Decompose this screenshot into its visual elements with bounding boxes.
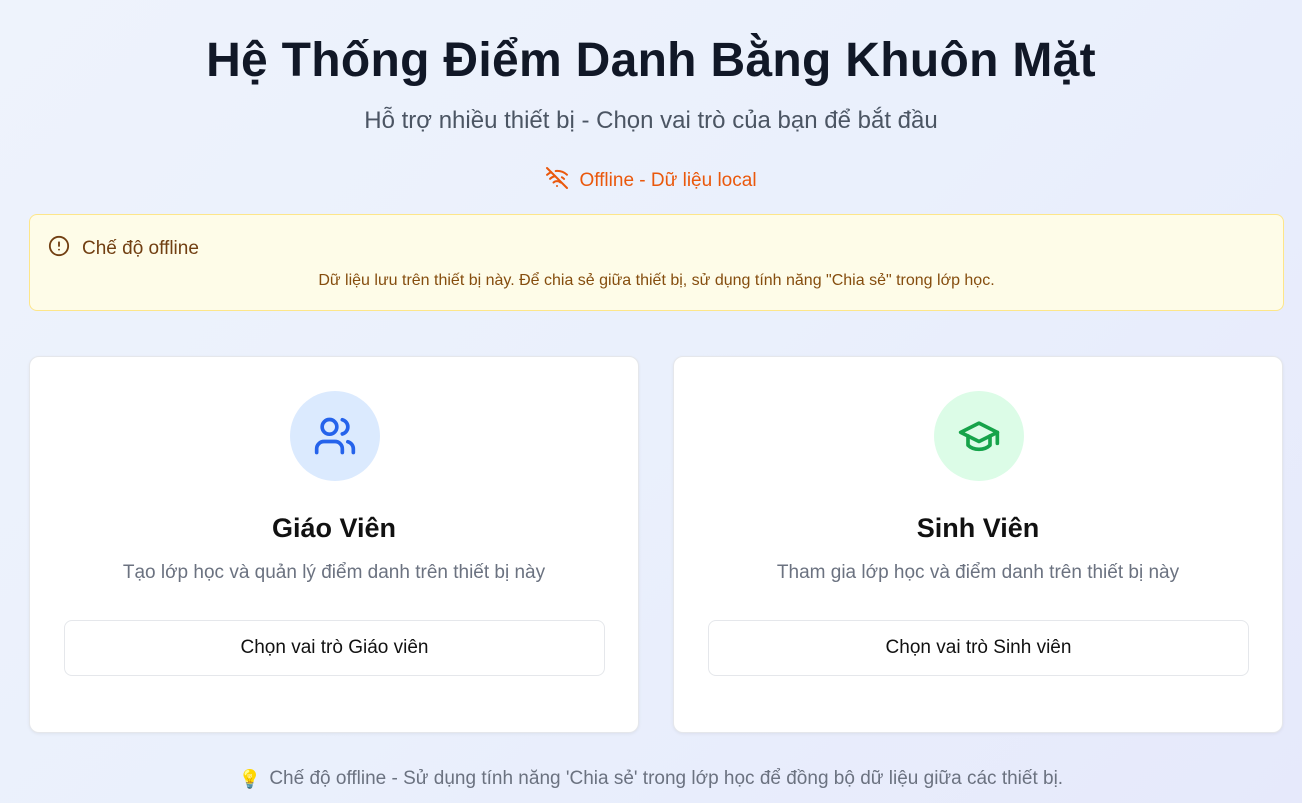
footer-note: 💡 Chế độ offline - Sử dụng tính năng 'Ch…: [0, 768, 1302, 790]
select-student-button[interactable]: Chọn vai trò Sinh viên: [708, 620, 1249, 676]
connection-status: Offline - Dữ liệu local: [0, 166, 1302, 196]
page-title: Hệ Thống Điểm Danh Bằng Khuôn Mặt: [206, 34, 1096, 87]
graduation-cap-icon: [934, 391, 1024, 481]
users-icon: [290, 391, 380, 481]
teacher-card-title: Giáo Viên: [271, 513, 397, 543]
lightbulb-icon: 💡: [238, 768, 262, 789]
teacher-card-description: Tạo lớp học và quản lý điểm danh trên th…: [122, 562, 546, 583]
select-teacher-button[interactable]: Chọn vai trò Giáo viên: [64, 620, 605, 676]
page-subtitle: Hỗ trợ nhiều thiết bị - Chọn vai trò của…: [364, 107, 938, 134]
student-card-description: Tham gia lớp học và điểm danh trên thiết…: [776, 562, 1180, 583]
status-text: Offline - Dữ liệu local: [579, 170, 757, 191]
footer-text: Chế độ offline - Sử dụng tính năng 'Chia…: [269, 768, 1064, 789]
alert-title: Chế độ offline: [82, 238, 199, 259]
alert-header: Chế độ offline: [48, 235, 199, 263]
student-role-card[interactable]: Sinh Viên Tham gia lớp học và điểm danh …: [673, 356, 1283, 733]
alert-message: Dữ liệu lưu trên thiết bị này. Để chia s…: [318, 272, 995, 289]
student-card-title: Sinh Viên: [916, 513, 1040, 543]
teacher-role-card[interactable]: Giáo Viên Tạo lớp học và quản lý điểm da…: [29, 356, 639, 733]
offline-alert: Chế độ offline Dữ liệu lưu trên thiết bị…: [29, 214, 1284, 311]
alert-circle-icon: [48, 235, 70, 263]
wifi-off-icon: [545, 166, 569, 196]
